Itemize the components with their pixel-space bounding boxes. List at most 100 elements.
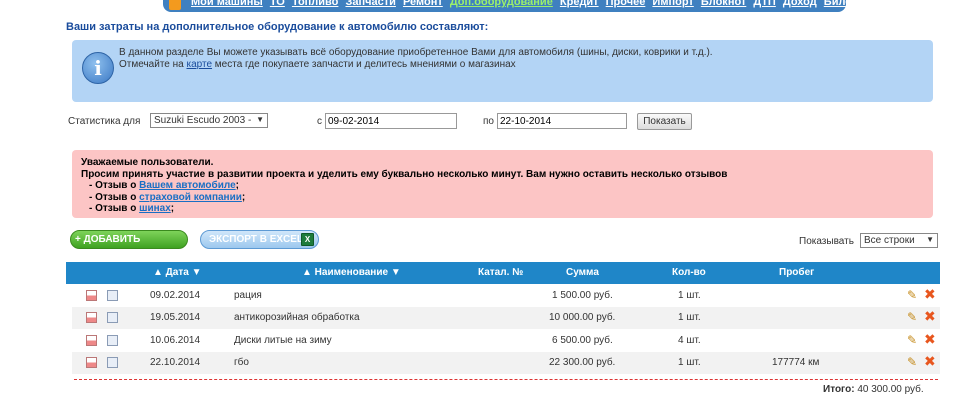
- report-icon[interactable]: [86, 357, 97, 368]
- total-row: Итого: 40 300.00 руб.: [823, 384, 924, 395]
- nav-item-credit[interactable]: Кредит: [560, 0, 599, 8]
- total-label: Итого:: [823, 384, 855, 395]
- header-sum: Сумма: [566, 267, 599, 278]
- row-qty: 1 шт.: [678, 312, 701, 323]
- alert-item-pre: - Отзыв о: [89, 191, 140, 203]
- copy-icon[interactable]: [107, 357, 118, 368]
- info-line-2: Отмечайте на карте места где покупаете з…: [119, 59, 713, 71]
- info-line-2-post: места где покупаете запчасти и делитесь …: [212, 59, 516, 70]
- nav-item-import[interactable]: Импорт: [652, 0, 693, 8]
- pencil-icon[interactable]: ✎: [907, 311, 919, 323]
- row-sum: 6 500.00 руб.: [552, 335, 613, 346]
- row-name: Диски литые на зиму: [234, 335, 332, 346]
- nav-item-income[interactable]: Доход: [783, 0, 817, 8]
- total-value: 40 300.00 руб.: [857, 384, 924, 395]
- info-text: В данном разделе Вы можете указывать всё…: [119, 47, 713, 71]
- nav-item-equipment[interactable]: Доп.оборудование: [450, 0, 553, 8]
- add-expense-button[interactable]: + ДОБАВИТЬ РАСХОДЫ: [70, 230, 188, 262]
- header-name[interactable]: ▲ Наименование ▼: [302, 267, 401, 278]
- filter-row: Статистика для Suzuki Escudo 2003 - ▼ с …: [0, 113, 960, 131]
- pencil-icon[interactable]: ✎: [907, 289, 919, 301]
- site-logo[interactable]: [169, 0, 181, 10]
- alert-item-pre: - Отзыв о: [89, 180, 140, 191]
- alert-item-insurance: - Отзыв о страховой компании;: [81, 192, 933, 204]
- row-qty: 4 шт.: [678, 335, 701, 346]
- row-qty: 1 шт.: [678, 290, 701, 301]
- info-line-1: В данном разделе Вы можете указывать всё…: [119, 47, 713, 58]
- car-review-link[interactable]: Вашем автомобиле: [139, 180, 236, 191]
- report-icon[interactable]: [86, 312, 97, 323]
- copy-icon[interactable]: [107, 335, 118, 346]
- report-icon[interactable]: [86, 335, 97, 346]
- row-date: 09.02.2014: [150, 290, 201, 301]
- export-label: ЭКСПОРТ В EXCEL: [209, 234, 304, 245]
- row-qty: 1 шт.: [678, 357, 701, 368]
- delete-icon[interactable]: ✖: [924, 287, 937, 301]
- alert-item-pre: - Отзыв о: [89, 203, 140, 214]
- rows-show-label: Показывать: [799, 236, 854, 247]
- header-catalog: Катал. №: [478, 267, 524, 278]
- alert-line-1: Уважаемые пользователи.: [81, 157, 214, 168]
- show-button[interactable]: Показать: [637, 113, 692, 130]
- top-nav: Мои машины ТО Топливо Запчасти Ремонт До…: [163, 0, 846, 12]
- pencil-icon[interactable]: ✎: [907, 356, 919, 368]
- tires-review-link[interactable]: шинах: [139, 203, 171, 214]
- row-sum: 22 300.00 руб.: [549, 357, 616, 368]
- table-row: 10.06.2014 Диски литые на зиму 6 500.00 …: [72, 330, 940, 352]
- row-mileage: 177774 км: [772, 357, 820, 368]
- rows-select[interactable]: Все строки ▼: [860, 233, 938, 248]
- car-select-value: Suzuki Escudo 2003 -: [154, 115, 252, 126]
- delete-icon[interactable]: ✖: [924, 309, 937, 323]
- date-to-input[interactable]: [497, 113, 627, 129]
- table-row: 22.10.2014 гбо 22 300.00 руб. 1 шт. 1777…: [72, 352, 940, 374]
- row-sum: 10 000.00 руб.: [549, 312, 616, 323]
- insurance-review-link[interactable]: страховой компании: [139, 192, 242, 203]
- row-date: 19.05.2014: [150, 312, 201, 323]
- row-date: 10.06.2014: [150, 335, 201, 346]
- row-name: рация: [234, 290, 262, 301]
- nav-item-parts[interactable]: Запчасти: [345, 0, 395, 8]
- header-date[interactable]: ▲ Дата ▼: [153, 267, 202, 278]
- table-header: ▲ Дата ▼ ▲ Наименование ▼ Катал. № Сумма…: [66, 262, 940, 284]
- chevron-down-icon: ▼: [256, 115, 264, 124]
- nav-item-repair[interactable]: Ремонт: [403, 0, 443, 8]
- nav-item-to[interactable]: ТО: [270, 0, 285, 8]
- page-title: Ваши затраты на дополнительное оборудова…: [66, 21, 489, 33]
- nav-item-other[interactable]: Прочее: [606, 0, 646, 8]
- nav-items: Мои машины ТО Топливо Запчасти Ремонт До…: [191, 0, 846, 8]
- from-label: с: [317, 116, 322, 127]
- excel-icon: X: [301, 233, 314, 246]
- alert-item-car: - Отзыв о Вашем автомобиле;: [81, 180, 933, 192]
- map-link[interactable]: карте: [187, 59, 213, 70]
- rows-select-value: Все строки: [864, 235, 915, 246]
- date-from-input[interactable]: [325, 113, 457, 129]
- row-name: гбо: [234, 357, 249, 368]
- nav-item-fuel[interactable]: Топливо: [292, 0, 338, 8]
- nav-item-my-cars[interactable]: Мои машины: [191, 0, 263, 8]
- delete-icon[interactable]: ✖: [924, 354, 937, 368]
- nav-item-notebook[interactable]: Блокнот: [701, 0, 746, 8]
- export-excel-button[interactable]: ЭКСПОРТ В EXCEL X: [200, 230, 319, 249]
- row-name: антикорозийная обработка: [234, 312, 360, 323]
- delete-icon[interactable]: ✖: [924, 332, 937, 346]
- stat-label: Статистика для: [68, 116, 141, 127]
- copy-icon[interactable]: [107, 290, 118, 301]
- info-line-2-pre: Отмечайте на: [119, 59, 187, 70]
- to-label: по: [483, 116, 494, 127]
- table-row: 09.02.2014 рация 1 500.00 руб. 1 шт. ✎ ✖: [72, 285, 940, 307]
- nav-item-dtp[interactable]: ДТП: [753, 0, 775, 8]
- alert-item-tires: - Отзыв о шинах;: [81, 203, 933, 215]
- row-sum: 1 500.00 руб.: [552, 290, 613, 301]
- header-mileage: Пробег: [779, 267, 815, 278]
- alert-item-post: ;: [235, 180, 239, 191]
- pencil-icon[interactable]: ✎: [907, 334, 919, 346]
- alert-item-post: ;: [241, 191, 246, 203]
- copy-icon[interactable]: [107, 312, 118, 323]
- table-row: 19.05.2014 антикорозийная обработка 10 0…: [72, 307, 940, 329]
- car-select[interactable]: Suzuki Escudo 2003 - ▼: [150, 113, 268, 128]
- alert-item-post: ;: [170, 203, 175, 214]
- header-qty: Кол-во: [672, 267, 706, 278]
- chevron-down-icon: ▼: [926, 235, 934, 244]
- nav-item-pdd[interactable]: Билеты ПДД: [824, 0, 846, 8]
- report-icon[interactable]: [86, 290, 97, 301]
